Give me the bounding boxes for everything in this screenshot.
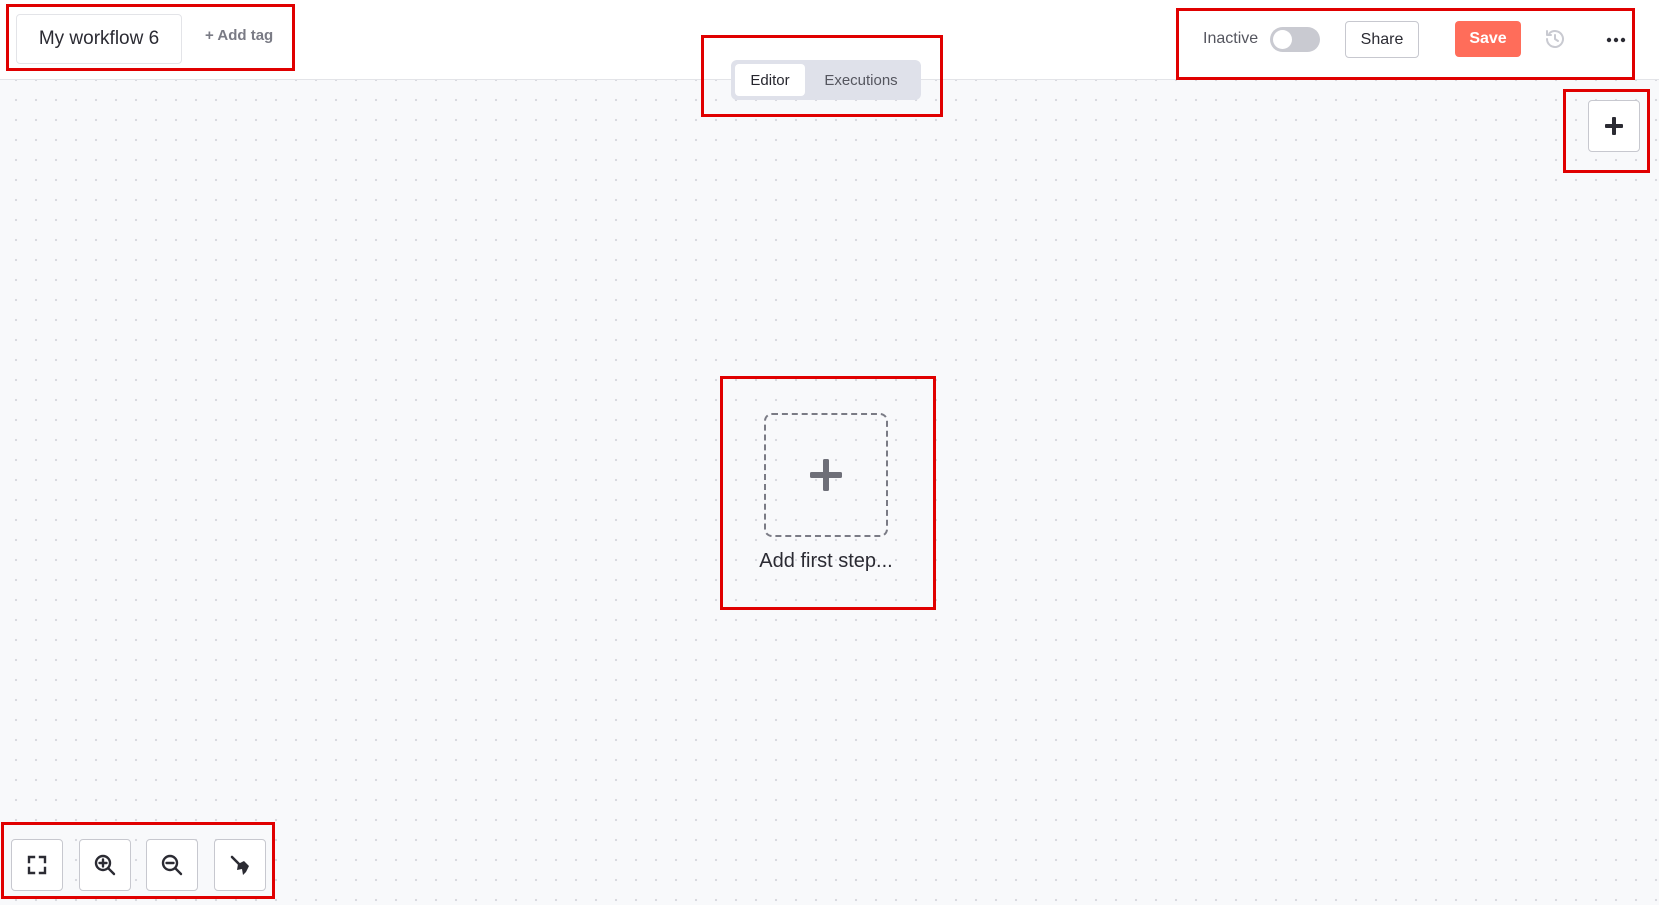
toggle-knob bbox=[1273, 30, 1292, 49]
add-tag-button[interactable]: + Add tag bbox=[205, 27, 273, 44]
ellipsis-icon[interactable] bbox=[1604, 28, 1628, 52]
tab-executions[interactable]: Executions bbox=[809, 64, 913, 96]
save-button[interactable]: Save bbox=[1455, 21, 1521, 57]
tidy-up-button[interactable] bbox=[214, 839, 266, 891]
history-icon[interactable] bbox=[1543, 27, 1567, 51]
tab-editor[interactable]: Editor bbox=[735, 64, 805, 96]
zoom-in-icon bbox=[94, 854, 116, 876]
share-button[interactable]: Share bbox=[1345, 21, 1419, 58]
view-tabs: Editor Executions bbox=[731, 60, 921, 100]
plus-icon bbox=[1605, 117, 1623, 135]
fullscreen-icon bbox=[27, 855, 47, 875]
add-first-step-label: Add first step... bbox=[759, 550, 893, 572]
workflow-status-label: Inactive bbox=[1203, 30, 1259, 47]
add-first-step-button[interactable] bbox=[764, 413, 888, 537]
active-toggle[interactable] bbox=[1270, 27, 1320, 52]
broom-icon bbox=[230, 855, 249, 875]
open-nodes-panel-button[interactable] bbox=[1588, 100, 1640, 152]
zoom-out-icon bbox=[161, 854, 183, 876]
zoom-out-button[interactable] bbox=[146, 839, 198, 891]
zoom-in-button[interactable] bbox=[79, 839, 131, 891]
plus-icon bbox=[810, 459, 842, 491]
workflow-name[interactable]: My workflow 6 bbox=[16, 14, 182, 64]
fit-view-button[interactable] bbox=[11, 839, 63, 891]
